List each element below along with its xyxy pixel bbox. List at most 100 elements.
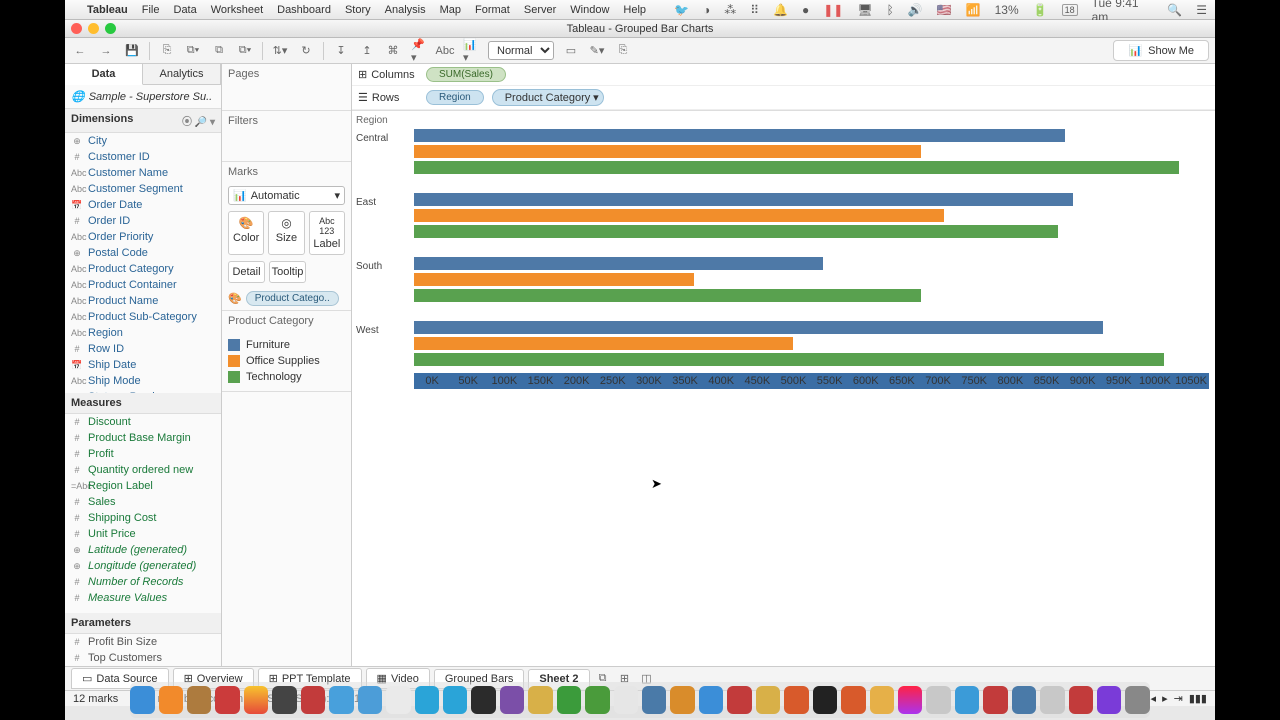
dimension-field[interactable]: AbcProduct Name <box>65 293 221 309</box>
legend-item[interactable]: Furniture <box>228 337 345 353</box>
color-shelf-pill[interactable]: Product Catego.. <box>246 291 339 306</box>
dimension-field[interactable]: AbcProduct Sub-Category <box>65 309 221 325</box>
bar-mark[interactable] <box>414 129 1065 142</box>
measure-field[interactable]: #Unit Price <box>65 526 221 542</box>
new-sheet-button[interactable]: ⧉▾ <box>184 42 202 60</box>
dock-app-icon[interactable] <box>1040 686 1064 714</box>
dock-app-icon[interactable] <box>159 686 183 714</box>
dock-app-icon[interactable] <box>528 686 552 714</box>
menulet-icon[interactable]: ◑ <box>703 3 710 17</box>
dock-app-icon[interactable] <box>358 686 382 714</box>
group-button[interactable]: ⌘ <box>384 42 402 60</box>
bar-mark[interactable] <box>414 321 1103 334</box>
dock-app-icon[interactable] <box>1125 686 1149 714</box>
duplicate-button[interactable]: ⧉ <box>210 42 228 60</box>
bar-mark[interactable] <box>414 225 1058 238</box>
dock-app-icon[interactable] <box>699 686 723 714</box>
x-axis[interactable]: 0K50K100K150K200K250K300K350K400K450K500… <box>414 373 1209 389</box>
marks-tooltip[interactable]: Tooltip <box>269 261 306 283</box>
display-icon[interactable]: 🖥 <box>857 3 872 17</box>
menu-story[interactable]: Story <box>345 4 371 16</box>
dimension-field[interactable]: AbcCustomer Name <box>65 165 221 181</box>
measure-field[interactable]: #Measure Values <box>65 590 221 606</box>
dock-app-icon[interactable] <box>955 686 979 714</box>
menu-dashboard[interactable]: Dashboard <box>277 4 331 16</box>
wifi-icon[interactable]: 📶 <box>966 3 981 17</box>
legend-item[interactable]: Technology <box>228 369 345 385</box>
forward-button[interactable]: → <box>97 42 115 60</box>
menu-file[interactable]: File <box>142 4 160 16</box>
dock-app-icon[interactable] <box>415 686 439 714</box>
dock-app-icon[interactable] <box>443 686 467 714</box>
record-icon[interactable]: ● <box>802 3 809 17</box>
menulet-icon[interactable]: ⠿ <box>750 3 759 17</box>
menu-analysis[interactable]: Analysis <box>385 4 426 16</box>
minimize-icon[interactable] <box>88 23 99 34</box>
bar-mark[interactable] <box>414 145 921 158</box>
menu-window[interactable]: Window <box>570 4 609 16</box>
bluetooth-icon[interactable]: ᛒ <box>887 3 894 17</box>
pin-button[interactable]: 📌▾ <box>410 42 428 60</box>
traffic-lights[interactable] <box>71 23 116 34</box>
measure-field[interactable]: #Discount <box>65 414 221 430</box>
next-button[interactable]: ▸ <box>1162 692 1168 705</box>
measure-field[interactable]: #Quantity ordered new <box>65 462 221 478</box>
bar-mark[interactable] <box>414 273 694 286</box>
save-button[interactable]: 💾 <box>123 42 141 60</box>
dock-app-icon[interactable] <box>301 686 325 714</box>
dimension-field[interactable]: 📅Order Date <box>65 197 221 213</box>
show-me-button[interactable]: 📊 Show Me <box>1113 40 1209 61</box>
battery-icon[interactable]: 🔋 <box>1033 3 1048 17</box>
datasource-row[interactable]: 🌐 Sample - Superstore Su.. <box>65 85 221 109</box>
dimension-field[interactable]: AbcRegion <box>65 325 221 341</box>
swap-button[interactable]: ⇅▾ <box>271 42 289 60</box>
rows-pill-region[interactable]: Region <box>426 90 484 105</box>
spotlight-icon[interactable]: 🔍 <box>1167 3 1182 17</box>
dock-app-icon[interactable] <box>244 686 268 714</box>
calendar-icon[interactable]: 18 <box>1062 4 1078 16</box>
clear-button[interactable]: ⧉▾ <box>236 42 254 60</box>
bell-icon[interactable]: 🔔 <box>773 3 788 17</box>
parameter-field[interactable]: #Profit Bin Size <box>65 634 221 650</box>
menulet-icon[interactable]: ⁂ <box>724 3 736 17</box>
parameter-field[interactable]: #Top Customers <box>65 650 221 666</box>
sort-asc-button[interactable]: ↧ <box>332 42 350 60</box>
bar-mark[interactable] <box>414 193 1073 206</box>
dimension-field[interactable]: AbcCustomer Segment <box>65 181 221 197</box>
share-button[interactable]: ⎘ <box>614 42 632 60</box>
marks-type-select[interactable]: 📊Automatic▾ <box>228 186 345 205</box>
dock-app-icon[interactable] <box>983 686 1007 714</box>
filters-shelf[interactable]: Filters <box>222 111 351 131</box>
presentation-button[interactable]: ▭ <box>562 42 580 60</box>
pause-icon[interactable]: ❚❚ <box>823 3 843 17</box>
close-icon[interactable] <box>71 23 82 34</box>
dock-app-icon[interactable] <box>614 686 638 714</box>
measure-field[interactable]: #Number of Records <box>65 574 221 590</box>
menu-map[interactable]: Map <box>440 4 461 16</box>
columns-shelf[interactable]: ⊞Columns SUM(Sales) <box>352 64 1215 86</box>
highlight-button[interactable]: ✎▾ <box>588 42 606 60</box>
tab-data[interactable]: Data <box>65 64 143 85</box>
new-datasource-button[interactable]: ⎘ <box>158 42 176 60</box>
dock-app-icon[interactable] <box>1097 686 1121 714</box>
dimension-field[interactable]: 📅Ship Date <box>65 357 221 373</box>
chart-type-button[interactable]: 📊▾ <box>462 42 480 60</box>
measure-field[interactable]: #Sales <box>65 494 221 510</box>
bar-mark[interactable] <box>414 353 1164 366</box>
menu-data[interactable]: Data <box>174 4 197 16</box>
flag-icon[interactable]: 🇺🇸 <box>937 3 952 17</box>
measure-field[interactable]: #Profit <box>65 446 221 462</box>
bar-mark[interactable] <box>414 209 944 222</box>
dock-app-icon[interactable] <box>1069 686 1093 714</box>
filmstrip-button[interactable]: ▮▮▮ <box>1189 692 1207 705</box>
back-button[interactable]: ← <box>71 42 89 60</box>
dock-app-icon[interactable] <box>585 686 609 714</box>
dock-app-icon[interactable] <box>215 686 239 714</box>
volume-icon[interactable]: 🔊 <box>908 3 923 17</box>
app-name[interactable]: Tableau <box>87 4 128 16</box>
dock-app-icon[interactable] <box>926 686 950 714</box>
dimension-field[interactable]: ⊕City <box>65 133 221 149</box>
measure-field[interactable]: =AbcRegion Label <box>65 478 221 494</box>
zoom-icon[interactable] <box>105 23 116 34</box>
marks-color[interactable]: 🎨Color <box>228 211 264 255</box>
